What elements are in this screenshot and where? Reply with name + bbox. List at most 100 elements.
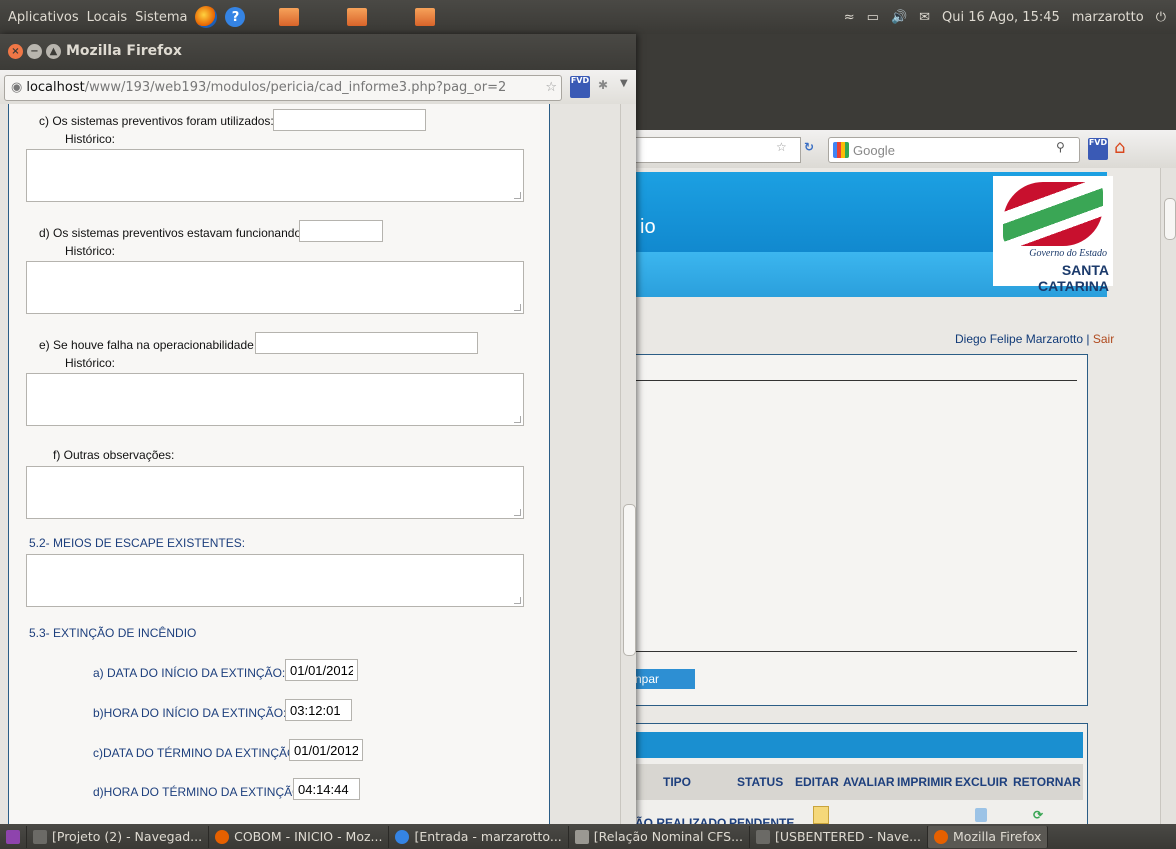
header-excluir: EXCLUIR: [955, 775, 1008, 789]
wifi-icon[interactable]: ≈: [844, 10, 855, 25]
show-desktop-button[interactable]: [0, 825, 27, 848]
section-53-heading: 5.3- EXTINÇÃO DE INCÊNDIO: [29, 626, 197, 640]
escape-means-textarea[interactable]: [26, 554, 524, 607]
search-form-box: npar: [630, 354, 1088, 706]
taskbar-item-label: [Entrada - marzarotto...: [414, 829, 562, 844]
reload-icon[interactable]: ↻: [804, 140, 814, 154]
header-avaliar: AVALIAR: [843, 775, 895, 789]
popup-scrollbar[interactable]: [620, 104, 636, 824]
taskbar-item-active[interactable]: Mozilla Firefox: [928, 825, 1049, 848]
mail-icon[interactable]: ✉: [919, 10, 930, 25]
question-d-input[interactable]: [299, 220, 383, 242]
battery-icon[interactable]: ▭: [867, 10, 879, 25]
clock[interactable]: Qui 16 Ago, 15:45: [942, 10, 1060, 25]
firefox-launcher-icon[interactable]: [195, 6, 218, 28]
google-icon[interactable]: [833, 142, 849, 158]
taskbar-item[interactable]: COBOM - INICIO - Moz...: [209, 825, 390, 848]
help-icon[interactable]: ?: [225, 7, 246, 27]
user-menu[interactable]: marzarotto: [1072, 10, 1144, 25]
taskbar-item[interactable]: [Projeto (2) - Navegad...: [27, 825, 210, 848]
top-panel: Aplicativos Locais Sistema ? ≈ ▭ 🔊 ✉ Qui…: [0, 0, 1176, 34]
section-52-heading: 5.2- MEIOS DE ESCAPE EXISTENTES:: [29, 536, 246, 550]
desktop-icon: [6, 829, 20, 844]
fvd-downloader-icon[interactable]: FVD: [570, 76, 590, 98]
historico-e-textarea[interactable]: [26, 373, 524, 426]
window-titlebar[interactable]: × − ▲ Mozilla Firefox: [0, 34, 636, 70]
extinction-start-time-label: b)HORA DO INÍCIO DA EXTINÇÃO:: [93, 706, 287, 720]
folder-launcher-icon-3[interactable]: [415, 8, 436, 26]
folder-launcher-icon-2[interactable]: [347, 8, 368, 26]
power-icon[interactable]: ⏻: [1156, 10, 1166, 25]
fvd-downloader-icon[interactable]: FVD: [1088, 138, 1108, 160]
question-c-input[interactable]: [273, 109, 426, 131]
taskbar-item[interactable]: [Entrada - marzarotto...: [389, 825, 569, 848]
extinction-start-date-input[interactable]: [285, 659, 358, 681]
logo-gov-text: Governo do Estado: [1029, 248, 1107, 259]
logout-link[interactable]: Sair: [1093, 332, 1114, 346]
mail-client-icon: [395, 829, 410, 844]
header-status: STATUS: [737, 775, 784, 789]
home-icon[interactable]: ⌂: [1114, 137, 1125, 158]
close-icon[interactable]: ×: [8, 44, 23, 59]
popup-content: c) Os sistemas preventivos foram utiliza…: [0, 104, 636, 824]
question-e-label: e) Se houve falha na operacionabilidade:: [39, 338, 258, 352]
divider: [631, 380, 1077, 381]
user-info: Diego Felipe Marzarotto | Sair: [955, 332, 1114, 346]
report-form: c) Os sistemas preventivos foram utiliza…: [8, 104, 550, 824]
bookmark-star-icon[interactable]: ☆: [776, 140, 787, 154]
site-header: io Governo do Estado SANTA CATARINA: [630, 172, 1113, 297]
historico-d-textarea[interactable]: [26, 261, 524, 314]
popup-url-row: ◉ localhost/www/193/web193/modulos/perici…: [0, 70, 636, 105]
taskbar-item[interactable]: [Relação Nominal CFS...: [569, 825, 750, 848]
apps-menu[interactable]: Aplicativos: [8, 10, 79, 25]
return-icon[interactable]: ⟳: [1033, 808, 1043, 822]
background-toolbar: ☆ ↻ Google ⚲ FVD ⌂: [620, 130, 1176, 169]
extinction-end-time-input[interactable]: [293, 778, 360, 800]
clear-button[interactable]: npar: [631, 669, 695, 689]
addon-icon[interactable]: ✱: [598, 78, 608, 92]
extinction-end-time-label: d)HORA DO TÉRMINO DA EXTINÇÃO:: [93, 785, 305, 799]
popup-scroll-thumb[interactable]: [623, 504, 636, 656]
url-path: /www/193/web193/modulos/pericia/cad_info…: [84, 80, 507, 95]
bookmark-star-icon[interactable]: ☆: [545, 76, 557, 100]
historico-c-label: Histórico:: [65, 132, 116, 146]
user-separator: |: [1086, 332, 1090, 346]
maximize-icon[interactable]: ▲: [46, 44, 61, 59]
extinction-start-time-input[interactable]: [285, 699, 352, 721]
question-e-input[interactable]: [255, 332, 478, 354]
background-scroll-thumb[interactable]: [1164, 198, 1176, 240]
taskbar-item[interactable]: [USBENTERED - Nave...: [750, 825, 929, 848]
header-imprimir: IMPRIMIR: [897, 775, 953, 789]
results-table: TIPO STATUS EDITAR AVALIAR IMPRIMIR EXCL…: [630, 723, 1088, 835]
search-placeholder: Google: [853, 142, 895, 158]
minimize-icon[interactable]: −: [27, 44, 42, 59]
background-url-bar[interactable]: [620, 137, 801, 163]
system-menu[interactable]: Sistema: [135, 10, 187, 25]
site-identity-icon[interactable]: ◉: [11, 76, 22, 100]
extinction-start-date-label: a) DATA DO INÍCIO DA EXTINÇÃO:: [93, 666, 286, 680]
extinction-end-date-input[interactable]: [289, 739, 363, 761]
document-icon: [574, 829, 589, 844]
edit-icon[interactable]: [813, 806, 829, 824]
search-box[interactable]: Google: [828, 137, 1080, 163]
url-bar[interactable]: ◉ localhost/www/193/web193/modulos/perici…: [4, 75, 562, 101]
folder-launcher-icon[interactable]: [279, 8, 300, 26]
bottom-taskbar: [Projeto (2) - Navegad... COBOM - INICIO…: [0, 824, 1176, 849]
dropdown-icon[interactable]: ▼: [620, 78, 628, 89]
taskbar-item-label: COBOM - INICIO - Moz...: [234, 829, 383, 844]
panel-indicators: ≈ ▭ 🔊 ✉ Qui 16 Ago, 15:45 marzarotto ⏻: [844, 0, 1166, 34]
header-title-fragment: io: [640, 216, 656, 238]
historico-c-textarea[interactable]: [26, 149, 524, 202]
background-browser: ☆ ↻ Google ⚲ FVD ⌂ io Governo do Estado …: [620, 34, 1176, 835]
logo-flag-icon: [1003, 182, 1103, 246]
nautilus-icon: [33, 829, 47, 844]
search-icon[interactable]: ⚲: [1056, 140, 1065, 154]
background-scrollbar[interactable]: [1160, 168, 1176, 824]
firefox-icon: [215, 829, 230, 844]
delete-icon[interactable]: [975, 808, 987, 822]
places-menu[interactable]: Locais: [87, 10, 127, 25]
question-f-label: f) Outras observações:: [53, 448, 175, 462]
observations-textarea[interactable]: [26, 466, 524, 519]
firefox-icon: [934, 829, 949, 844]
volume-icon[interactable]: 🔊: [891, 10, 907, 25]
